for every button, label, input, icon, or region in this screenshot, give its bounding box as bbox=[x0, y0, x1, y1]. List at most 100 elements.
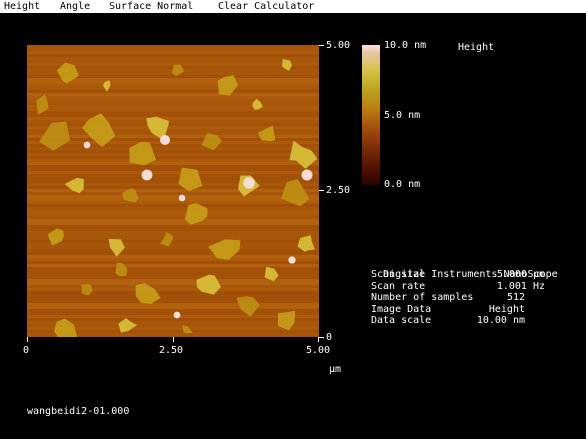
y-label-bottom: 0 bbox=[326, 332, 333, 343]
x-label-mid: 2.50 bbox=[159, 345, 184, 356]
y-tick-mid bbox=[319, 190, 324, 191]
scan-line bbox=[27, 249, 319, 252]
scan-line bbox=[27, 162, 319, 165]
scan-line bbox=[27, 51, 319, 54]
scan-line bbox=[27, 114, 319, 117]
afm-height-image[interactable] bbox=[27, 45, 319, 344]
scan-line bbox=[27, 210, 319, 213]
info-row-scan-size: Scan size 5.000 µm bbox=[371, 269, 545, 280]
scan-line bbox=[27, 219, 319, 222]
scan-line bbox=[27, 318, 319, 321]
menu-angle[interactable]: Angle bbox=[60, 0, 90, 13]
scan-line bbox=[27, 261, 319, 264]
scan-line bbox=[27, 228, 319, 231]
scan-line bbox=[27, 225, 319, 228]
scan-line bbox=[27, 222, 319, 225]
scan-line bbox=[27, 291, 319, 294]
scan-line bbox=[27, 99, 319, 102]
scan-line bbox=[27, 48, 319, 51]
info-row-data-scale: Data scale 10.00 nm bbox=[371, 315, 525, 326]
scan-line bbox=[27, 246, 319, 249]
scan-line bbox=[27, 120, 319, 123]
scan-line bbox=[27, 132, 319, 135]
scan-line bbox=[27, 54, 319, 57]
menu-surface-normal[interactable]: Surface Normal bbox=[109, 0, 193, 13]
scan-line bbox=[27, 237, 319, 240]
particle bbox=[141, 169, 153, 181]
scan-line bbox=[27, 174, 319, 177]
scan-line bbox=[27, 144, 319, 147]
info-row-samples: Number of samples 512 bbox=[371, 292, 525, 303]
x-tick-mid bbox=[173, 337, 174, 342]
scan-line bbox=[27, 111, 319, 114]
scan-line bbox=[27, 255, 319, 258]
scan-line bbox=[27, 192, 319, 195]
scan-line bbox=[27, 150, 319, 153]
colorbar-min-label: 0.0 nm bbox=[384, 179, 421, 190]
scan-line bbox=[27, 45, 319, 48]
menu-clear-calculator[interactable]: Clear Calculator bbox=[218, 0, 314, 13]
scan-line bbox=[27, 252, 319, 255]
scan-line bbox=[27, 102, 319, 105]
y-label-top: 5.00 bbox=[326, 40, 351, 51]
colorbar-mid-label: 5.0 nm bbox=[384, 110, 421, 121]
scan-line bbox=[27, 93, 319, 96]
scan-line bbox=[27, 207, 319, 210]
particle bbox=[243, 177, 255, 189]
x-tick-right bbox=[318, 337, 319, 342]
x-label-right: 5.00 bbox=[306, 345, 331, 356]
scan-line bbox=[27, 171, 319, 174]
scan-line bbox=[27, 243, 319, 246]
scan-line bbox=[27, 285, 319, 288]
scan-line bbox=[27, 300, 319, 303]
scan-line bbox=[27, 57, 319, 60]
scan-line bbox=[27, 267, 319, 270]
scan-line bbox=[27, 123, 319, 126]
afm-image-canvas bbox=[27, 45, 319, 344]
scan-line bbox=[27, 231, 319, 234]
scan-line bbox=[27, 168, 319, 171]
scan-line bbox=[27, 264, 319, 267]
scan-line bbox=[27, 147, 319, 150]
scan-line bbox=[27, 315, 319, 318]
scan-line bbox=[27, 258, 319, 261]
particle bbox=[301, 169, 313, 181]
scan-line bbox=[27, 201, 319, 204]
scan-line bbox=[27, 90, 319, 93]
scan-line bbox=[27, 126, 319, 129]
scan-line bbox=[27, 303, 319, 306]
y-tick-bottom bbox=[319, 337, 324, 338]
scan-line bbox=[27, 279, 319, 282]
info-row-scan-rate: Scan rate 1.001 Hz bbox=[371, 281, 545, 292]
particle bbox=[160, 135, 170, 145]
scan-line bbox=[27, 96, 319, 99]
scan-line bbox=[27, 306, 319, 309]
scan-line-stripes bbox=[27, 45, 319, 339]
scan-line bbox=[27, 189, 319, 192]
y-tick-top bbox=[319, 45, 324, 46]
scan-line bbox=[27, 213, 319, 216]
scan-line bbox=[27, 156, 319, 159]
scan-line bbox=[27, 159, 319, 162]
scan-line bbox=[27, 81, 319, 84]
scan-line bbox=[27, 309, 319, 312]
scan-line bbox=[27, 108, 319, 111]
scan-line bbox=[27, 177, 319, 180]
scan-line bbox=[27, 216, 319, 219]
scan-line bbox=[27, 60, 319, 63]
menu-height[interactable]: Height bbox=[4, 0, 40, 13]
file-name: wangbeidi2-01.000 bbox=[27, 406, 130, 417]
y-label-mid: 2.50 bbox=[326, 185, 351, 196]
scan-line bbox=[27, 84, 319, 87]
info-row-image-data: Image Data Height bbox=[371, 304, 525, 315]
scan-line bbox=[27, 294, 319, 297]
scan-line bbox=[27, 117, 319, 120]
scan-line bbox=[27, 282, 319, 285]
scan-line bbox=[27, 129, 319, 132]
height-color-scale bbox=[362, 45, 380, 185]
scan-line bbox=[27, 240, 319, 243]
scan-line bbox=[27, 141, 319, 144]
colorbar-max-label: 10.0 nm bbox=[384, 40, 427, 51]
x-tick-left bbox=[27, 337, 28, 342]
scan-line bbox=[27, 105, 319, 108]
